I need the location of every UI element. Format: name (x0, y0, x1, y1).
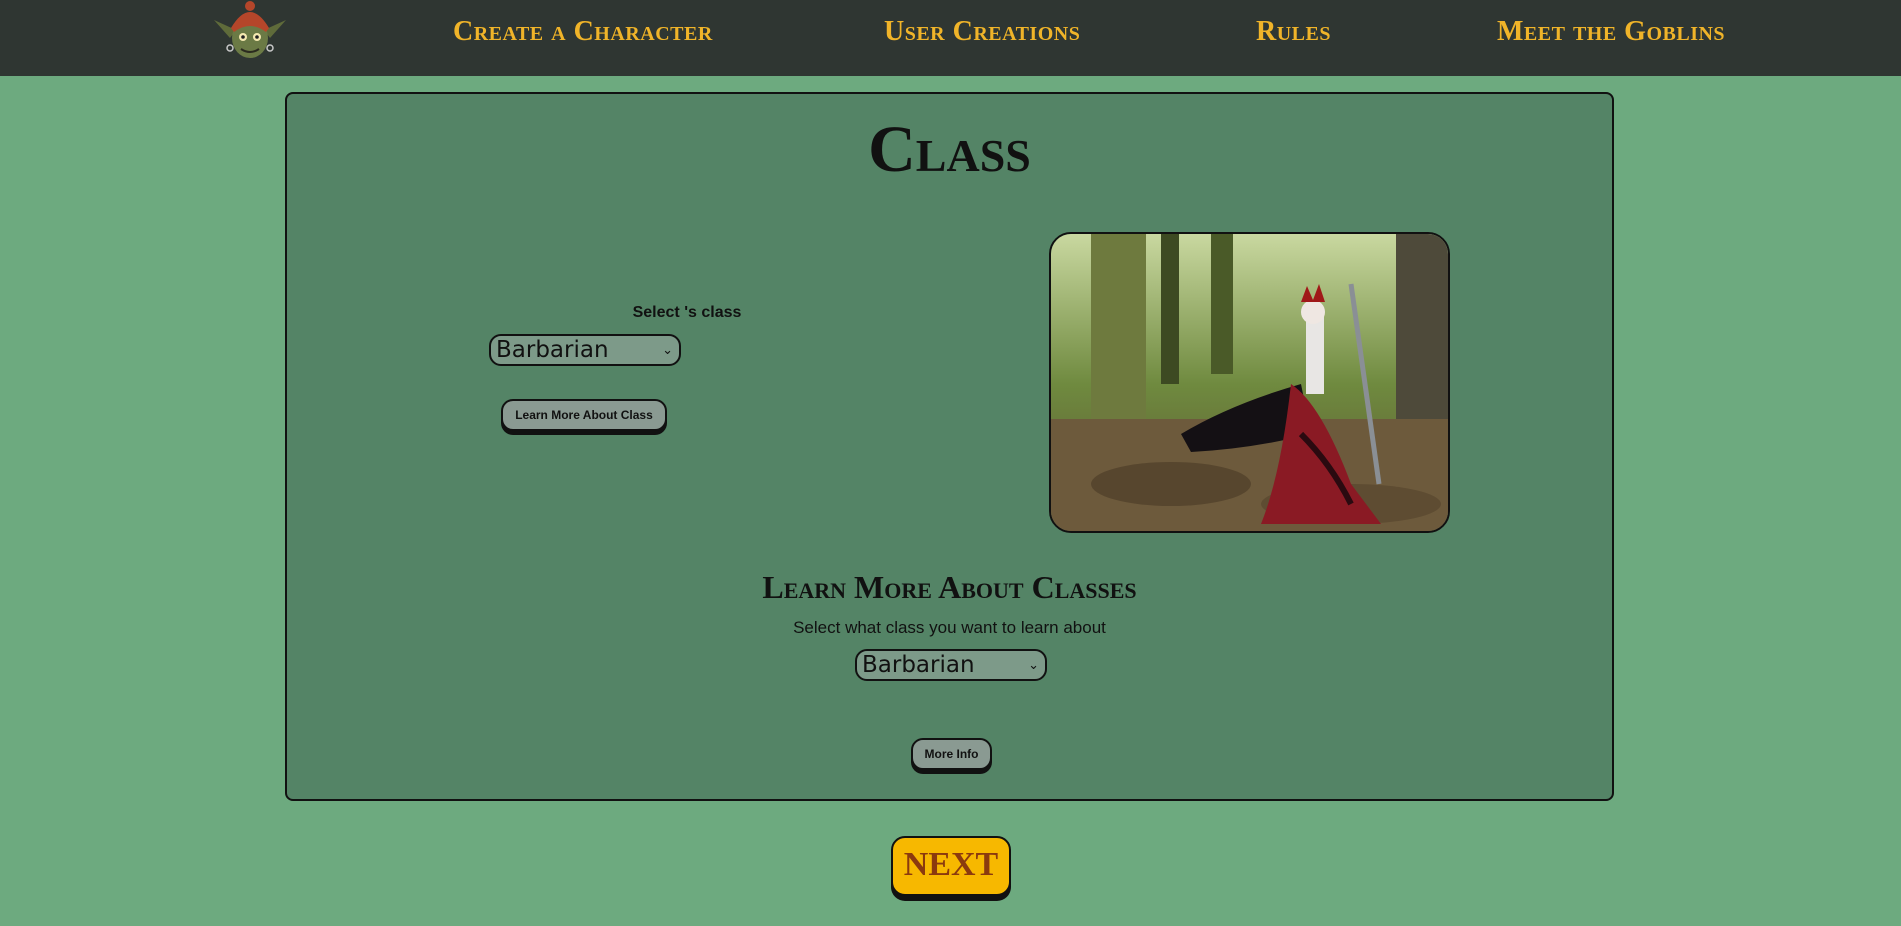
learn-more-class-button[interactable]: Learn More About Class (501, 399, 667, 431)
top-navbar: Create a Character User Creations Rules … (0, 0, 1901, 76)
nav-create-character[interactable]: Create a Character (453, 16, 713, 48)
class-select-label: Select 's class (632, 304, 742, 321)
nav-meet-the-goblins[interactable]: Meet the Goblins (1497, 16, 1725, 48)
page-title: Class (868, 113, 1031, 186)
info-select-value: Barbarian (862, 652, 975, 678)
class-image (1049, 232, 1450, 533)
barbarian-queen-photo (1051, 234, 1448, 531)
class-select[interactable]: Barbarian ⌄ (489, 334, 681, 366)
class-panel: Class Select 's class Barbarian ⌄ Learn … (285, 92, 1614, 801)
class-select-value: Barbarian (496, 337, 609, 363)
info-class-select[interactable]: Barbarian ⌄ (855, 649, 1047, 681)
nav-user-creations[interactable]: User Creations (884, 16, 1080, 48)
more-info-button[interactable]: More Info (911, 738, 992, 770)
section-title: Learn More About Classes (762, 569, 1137, 605)
next-button[interactable]: NEXT (891, 836, 1011, 896)
nav-rules[interactable]: Rules (1256, 16, 1331, 48)
goblin-logo-icon[interactable] (206, 0, 294, 66)
chevron-down-icon: ⌄ (662, 343, 673, 358)
chevron-down-icon: ⌄ (1028, 658, 1039, 673)
section-subtitle: Select what class you want to learn abou… (793, 618, 1106, 637)
